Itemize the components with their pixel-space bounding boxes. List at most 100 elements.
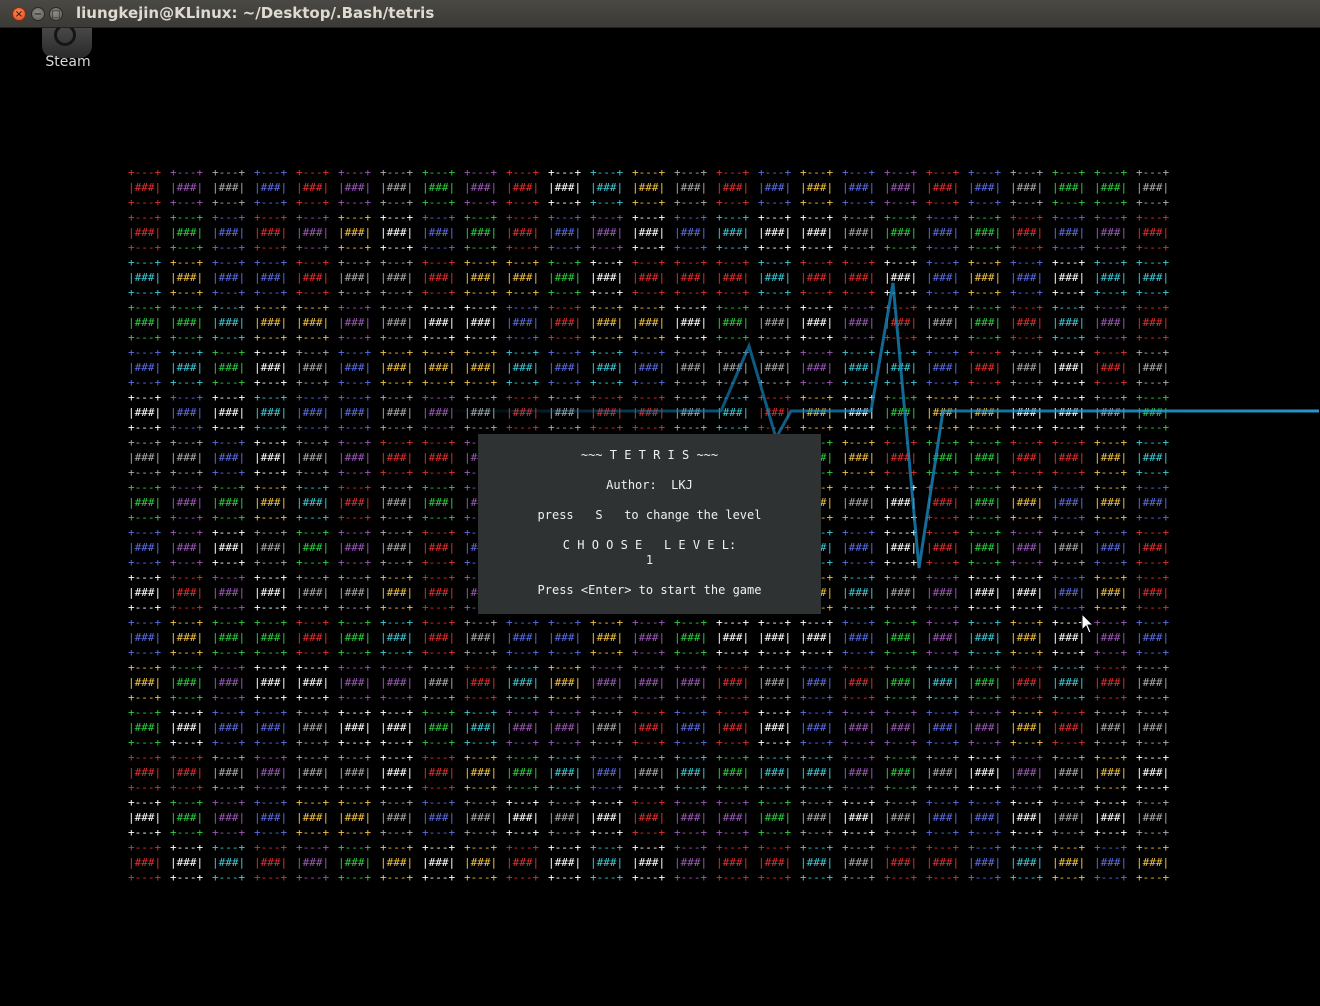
board-cell: +---+ [1010, 781, 1044, 794]
board-cell: +---+ [800, 871, 834, 884]
board-cell: |###| [338, 766, 372, 779]
board-cell: |###| [128, 676, 162, 689]
board-cell: +---+ [1010, 661, 1044, 674]
board-cell: +---+ [842, 256, 876, 269]
board-cell: +---+ [716, 391, 750, 404]
board-cell: |###| [1010, 721, 1044, 734]
board-cell: |###| [338, 586, 372, 599]
board-cell: +---+ [1010, 376, 1044, 389]
board-cell: +---+ [1052, 346, 1086, 359]
board-cell: |###| [506, 226, 540, 239]
board-cell: |###| [674, 631, 708, 644]
board-cell: |###| [1094, 406, 1128, 419]
board-cell: +---+ [338, 871, 372, 884]
board-cell: +---+ [800, 391, 834, 404]
board-cell: |###| [296, 226, 330, 239]
board-cell: |###| [506, 766, 540, 779]
board-cell: +---+ [1136, 871, 1170, 884]
board-cell: +---+ [1136, 196, 1170, 209]
board-cell: +---+ [1094, 301, 1128, 314]
board-cell: |###| [212, 856, 246, 869]
board-cell: +---+ [632, 706, 666, 719]
board-cell: +---+ [926, 481, 960, 494]
board-cell: +---+ [716, 796, 750, 809]
board-cell: |###| [212, 271, 246, 284]
board-cell: +---+ [800, 421, 834, 434]
board-cell: +---+ [128, 286, 162, 299]
board-cell: |###| [380, 361, 414, 374]
board-cell: +---+ [170, 376, 204, 389]
board-cell: |###| [254, 541, 288, 554]
maximize-button[interactable]: □ [49, 7, 63, 21]
board-cell: |###| [464, 766, 498, 779]
board-cell: |###| [296, 856, 330, 869]
board-cell: +---+ [1094, 571, 1128, 584]
board-cell: |###| [296, 406, 330, 419]
board-cell: |###| [674, 856, 708, 869]
board-cell: +---+ [968, 511, 1002, 524]
board-cell: +---+ [632, 421, 666, 434]
board-cell: |###| [1052, 316, 1086, 329]
board-cell: |###| [842, 496, 876, 509]
board-cell: +---+ [380, 646, 414, 659]
board-cell: |###| [800, 631, 834, 644]
board-cell: +---+ [1094, 436, 1128, 449]
board-cell: +---+ [590, 241, 624, 254]
close-button[interactable]: × [12, 7, 26, 21]
board-cell: +---+ [716, 196, 750, 209]
board-cell: +---+ [1052, 391, 1086, 404]
board-border-row: +---+ +---+ +---+ +---+ +---+ +---+ +---+ +---+… [128, 255, 1178, 270]
board-cell: +---+ [296, 166, 330, 179]
board-cell: |###| [128, 226, 162, 239]
board-cell: +---+ [632, 736, 666, 749]
board-cell: |###| [1136, 856, 1170, 869]
board-cell: +---+ [758, 751, 792, 764]
board-cell: |###| [254, 406, 288, 419]
level-value[interactable]: 1 [478, 553, 821, 567]
board-cell: +---+ [254, 616, 288, 629]
board-cell: |###| [128, 541, 162, 554]
board-cell: |###| [674, 766, 708, 779]
board-cell: +---+ [968, 256, 1002, 269]
board-cell: |###| [1010, 586, 1044, 599]
board-cell: +---+ [170, 331, 204, 344]
board-cell: |###| [968, 271, 1002, 284]
board-cell: +---+ [632, 826, 666, 839]
terminal-area[interactable]: Steam +---+ +---+ +---+ +---+ +---+ +---+ +---… [1, 28, 1319, 1005]
board-cell: |###| [506, 676, 540, 689]
board-cell: +---+ [674, 211, 708, 224]
board-border-row: +---+ +---+ +---+ +---+ +---+ +---+ +---+ +---+… [128, 840, 1178, 855]
board-cell: +---+ [548, 706, 582, 719]
board-cell: +---+ [1052, 436, 1086, 449]
board-cell: |###| [506, 316, 540, 329]
board-cell: |###| [590, 226, 624, 239]
board-cell: +---+ [422, 301, 456, 314]
board-cell: |###| [1010, 541, 1044, 554]
board-row: |###| |###| |###| |###| |###| |###| |###| |###|… [128, 630, 1178, 645]
board-cell: +---+ [1136, 661, 1170, 674]
board-cell: |###| [926, 406, 960, 419]
board-cell: +---+ [506, 661, 540, 674]
board-cell: +---+ [716, 871, 750, 884]
board-cell: +---+ [674, 751, 708, 764]
board-cell: |###| [758, 406, 792, 419]
board-cell: |###| [758, 181, 792, 194]
window-titlebar[interactable]: × − □ liungkejin@KLinux: ~/Desktop/.Bash… [0, 0, 1320, 28]
board-cell: +---+ [170, 211, 204, 224]
desktop-icon-label[interactable]: Steam [28, 54, 108, 70]
board-cell: +---+ [1136, 346, 1170, 359]
board-cell: +---+ [632, 796, 666, 809]
board-cell: |###| [296, 181, 330, 194]
board-cell: +---+ [338, 256, 372, 269]
board-cell: |###| [716, 676, 750, 689]
board-cell: +---+ [212, 571, 246, 584]
board-cell: |###| [212, 316, 246, 329]
board-cell: +---+ [1010, 526, 1044, 539]
board-cell: |###| [170, 586, 204, 599]
board-cell: +---+ [1094, 616, 1128, 629]
board-cell: |###| [926, 811, 960, 824]
board-cell: +---+ [590, 736, 624, 749]
minimize-button[interactable]: − [31, 7, 45, 21]
board-cell: +---+ [128, 211, 162, 224]
board-cell: |###| [1010, 631, 1044, 644]
